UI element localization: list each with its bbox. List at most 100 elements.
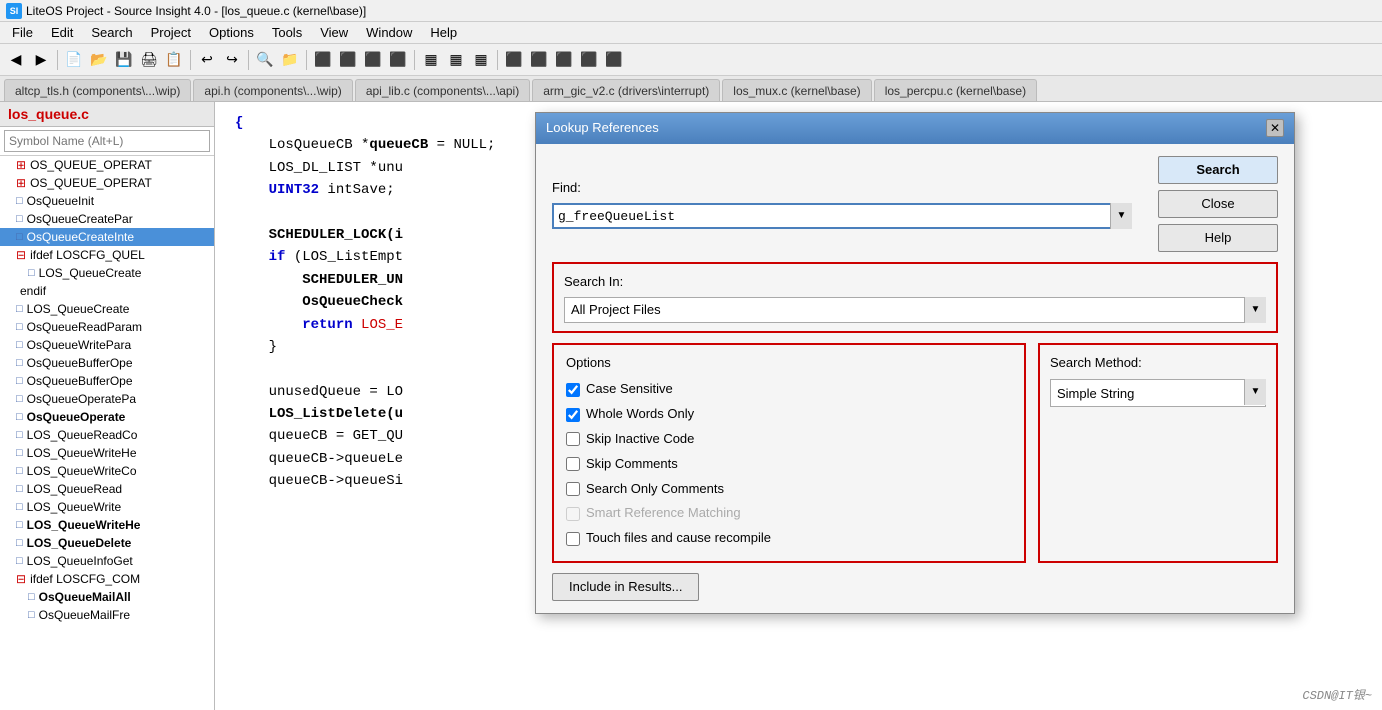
sidebar-item[interactable]: □LOS_QueueInfoGet — [0, 552, 214, 570]
tb-search[interactable]: 🔍 — [253, 48, 277, 72]
checkbox-only-comments: Search Only Comments — [566, 479, 1012, 500]
sidebar-item-label: LOS_QueueWriteCo — [27, 464, 137, 478]
sidebar-item[interactable]: ⊞OS_QUEUE_OPERAT — [0, 156, 214, 174]
sidebar-item[interactable]: □OsQueueInit — [0, 192, 214, 210]
tb-back[interactable]: ◀ — [4, 48, 28, 72]
tb-print[interactable]: 🖨 — [137, 48, 161, 72]
sidebar-item[interactable]: □LOS_QueueWriteHe — [0, 444, 214, 462]
tb-b3[interactable]: ⬛ — [361, 48, 385, 72]
skip-comments-label: Skip Comments — [586, 454, 678, 475]
sidebar-item-label: OsQueueReadParam — [27, 320, 142, 334]
tb-c1[interactable]: ▦ — [419, 48, 443, 72]
sidebar-item[interactable]: □OsQueueBufferOpe — [0, 372, 214, 390]
tb-c2[interactable]: ▦ — [444, 48, 468, 72]
sidebar-item[interactable]: □LOS_QueueReadCo — [0, 426, 214, 444]
sidebar-item-label: LOS_QueueWriteHe — [27, 446, 137, 460]
case-sensitive-checkbox[interactable] — [566, 383, 580, 397]
tb-proj[interactable]: 📁 — [278, 48, 302, 72]
tb-forward[interactable]: ▶ — [29, 48, 53, 72]
tb-b2[interactable]: ⬛ — [336, 48, 360, 72]
dialog-title: Lookup References — [546, 118, 659, 139]
tb-b1[interactable]: ⬛ — [311, 48, 335, 72]
sidebar-item[interactable]: □OsQueueMailFre — [0, 606, 214, 624]
sidebar-item[interactable]: □OsQueueMailAll — [0, 588, 214, 606]
sidebar-item[interactable]: □OsQueueBufferOpe — [0, 354, 214, 372]
menu-edit[interactable]: Edit — [43, 23, 81, 42]
sidebar-item[interactable]: □LOS_QueueWrite — [0, 498, 214, 516]
menu-options[interactable]: Options — [201, 23, 262, 42]
tab-1[interactable]: api.h (components\...\wip) — [193, 79, 352, 101]
checkbox-case-sensitive: Case Sensitive — [566, 379, 1012, 400]
tb-new[interactable]: 📄 — [62, 48, 86, 72]
menu-tools[interactable]: Tools — [264, 23, 310, 42]
tb-d3[interactable]: ⬛ — [552, 48, 576, 72]
tb-save[interactable]: 💾 — [112, 48, 136, 72]
tb-d1[interactable]: ⬛ — [502, 48, 526, 72]
sidebar-item[interactable]: □LOS_QueueWriteHe — [0, 516, 214, 534]
sidebar-item[interactable]: endif — [0, 282, 214, 300]
tb-b4[interactable]: ⬛ — [386, 48, 410, 72]
checkbox-skip-inactive: Skip Inactive Code — [566, 429, 1012, 450]
touch-files-checkbox[interactable] — [566, 532, 580, 546]
search-in-select[interactable]: All Project Files Current File Project S… — [564, 297, 1266, 323]
find-input-wrapper: ▼ — [552, 203, 1132, 229]
help-button[interactable]: Help — [1158, 224, 1278, 252]
tb-undo[interactable]: ↩ — [195, 48, 219, 72]
sidebar-item[interactable]: □OsQueueReadParam — [0, 318, 214, 336]
app-title: LiteOS Project - Source Insight 4.0 - [l… — [26, 4, 366, 18]
tab-5[interactable]: los_percpu.c (kernel\base) — [874, 79, 1037, 101]
sidebar-item[interactable]: □OsQueueOperate — [0, 408, 214, 426]
find-dropdown-button[interactable]: ▼ — [1110, 203, 1132, 229]
sidebar-item[interactable]: ⊟ifdef LOSCFG_COM — [0, 570, 214, 588]
menu-help[interactable]: Help — [422, 23, 465, 42]
sidebar-item[interactable]: □OsQueueCreatePar — [0, 210, 214, 228]
menu-view[interactable]: View — [312, 23, 356, 42]
tb-copy[interactable]: 📋 — [162, 48, 186, 72]
tab-2[interactable]: api_lib.c (components\...\api) — [355, 79, 530, 101]
only-comments-checkbox[interactable] — [566, 482, 580, 496]
sidebar-item[interactable]: □LOS_QueueDelete — [0, 534, 214, 552]
menu-search[interactable]: Search — [83, 23, 140, 42]
sidebar-item-icon: ⊞ — [16, 158, 26, 172]
tb-d5[interactable]: ⬛ — [602, 48, 626, 72]
tb-d2[interactable]: ⬛ — [527, 48, 551, 72]
sidebar-item[interactable]: ⊞OS_QUEUE_OPERAT — [0, 174, 214, 192]
skip-inactive-checkbox[interactable] — [566, 432, 580, 446]
skip-comments-checkbox[interactable] — [566, 457, 580, 471]
sidebar-item-icon: ⊟ — [16, 248, 26, 262]
whole-words-checkbox[interactable] — [566, 408, 580, 422]
menu-file[interactable]: File — [4, 23, 41, 42]
sidebar-item[interactable]: □LOS_QueueWriteCo — [0, 462, 214, 480]
sidebar-item-label: OsQueueMailAll — [39, 590, 131, 604]
sidebar-item[interactable]: ⊟ifdef LOSCFG_QUEL — [0, 246, 214, 264]
tb-redo[interactable]: ↪ — [220, 48, 244, 72]
search-method-select[interactable]: Simple String Regular Expression Fuzzy — [1050, 379, 1266, 407]
smart-ref-checkbox[interactable] — [566, 507, 580, 521]
tab-3[interactable]: arm_gic_v2.c (drivers\interrupt) — [532, 79, 720, 101]
sidebar-item[interactable]: □LOS_QueueCreate — [0, 264, 214, 282]
tab-0[interactable]: altcp_tls.h (components\...\wip) — [4, 79, 191, 101]
sidebar-search-input[interactable] — [4, 130, 210, 152]
menu-project[interactable]: Project — [143, 23, 199, 42]
tb-open[interactable]: 📂 — [87, 48, 111, 72]
sidebar-item-label: OsQueueOperatePa — [27, 392, 136, 406]
close-button[interactable]: Close — [1158, 190, 1278, 218]
sidebar-item[interactable]: □LOS_QueueRead — [0, 480, 214, 498]
sidebar-item[interactable]: □OsQueueWritePara — [0, 336, 214, 354]
sidebar-item-icon: □ — [16, 231, 23, 243]
search-button[interactable]: Search — [1158, 156, 1278, 184]
tab-4[interactable]: los_mux.c (kernel\base) — [722, 79, 871, 101]
sidebar-item-label: OS_QUEUE_OPERAT — [30, 176, 152, 190]
include-results-button[interactable]: Include in Results... — [552, 573, 699, 601]
tb-d4[interactable]: ⬛ — [577, 48, 601, 72]
sidebar-item-icon: □ — [16, 501, 23, 513]
dialog-close-button[interactable]: ✕ — [1266, 119, 1284, 137]
sidebar-item[interactable]: □LOS_QueueCreate — [0, 300, 214, 318]
find-input[interactable] — [552, 203, 1132, 229]
sidebar-item[interactable]: □OsQueueOperatePa — [0, 390, 214, 408]
sidebar-item-label: OsQueueOperate — [27, 410, 126, 424]
sidebar-item[interactable]: □OsQueueCreateInte — [0, 228, 214, 246]
tb-c3[interactable]: ▦ — [469, 48, 493, 72]
code-area: { LosQueueCB *queueCB = NULL; LOS_DL_LIS… — [215, 102, 1382, 710]
menu-window[interactable]: Window — [358, 23, 420, 42]
